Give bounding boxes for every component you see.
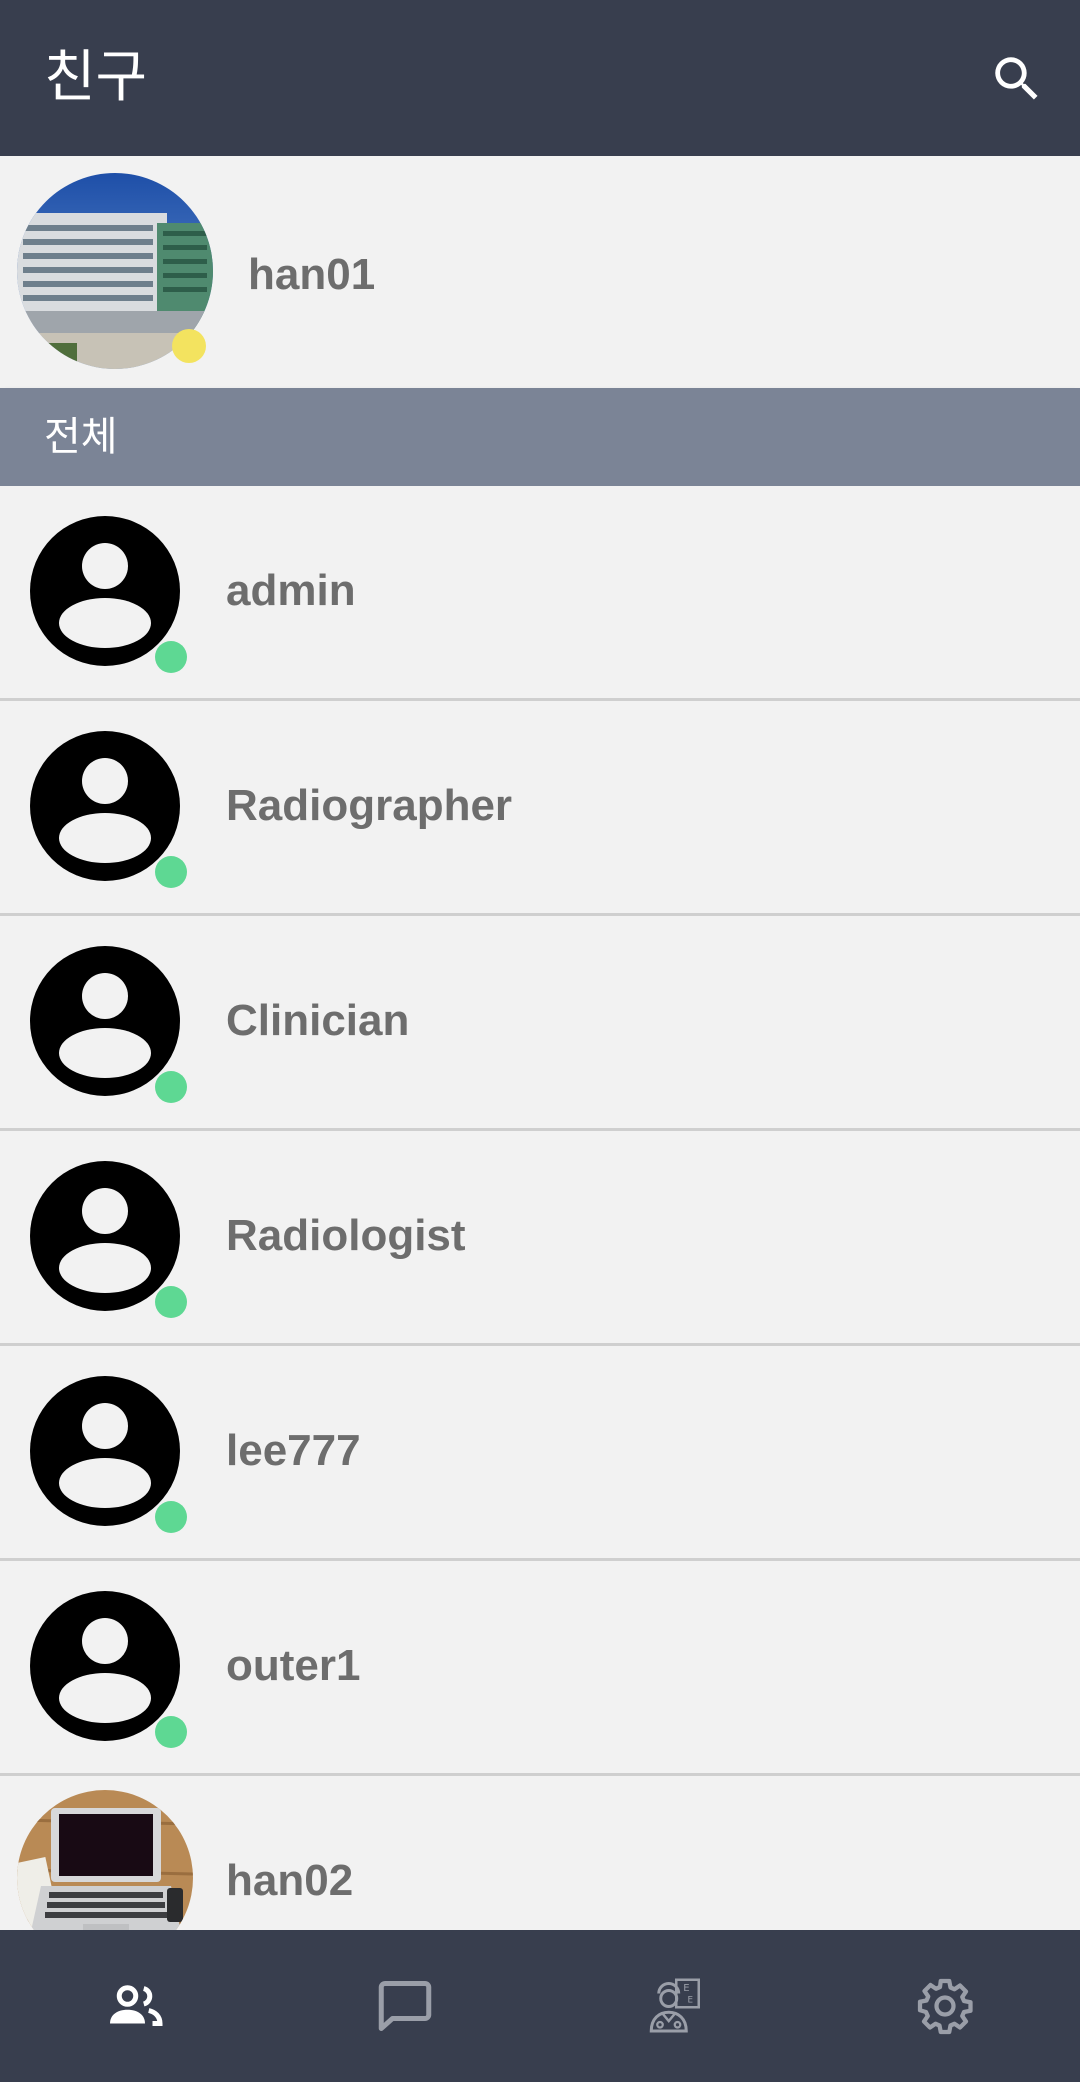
friend-name: Radiologist	[226, 1211, 466, 1260]
nav-friends-tab[interactable]	[0, 1930, 270, 2082]
my-status-dot	[172, 329, 206, 363]
default-avatar-icon	[30, 1161, 180, 1311]
my-profile-row[interactable]: han01	[0, 156, 1080, 388]
friends-screen: 친구 han01 전체 admin Radiographer Clinician…	[0, 0, 1080, 2082]
online-status-dot	[155, 1501, 187, 1533]
friend-row[interactable]: Clinician	[0, 916, 1080, 1131]
default-avatar-icon	[30, 1376, 180, 1526]
friend-row[interactable]: outer1	[0, 1561, 1080, 1776]
online-status-dot	[155, 856, 187, 888]
default-avatar-icon	[30, 946, 180, 1096]
doctor-icon: E E	[649, 1978, 700, 2033]
friend-row[interactable]: lee777	[0, 1346, 1080, 1561]
online-status-dot	[155, 1071, 187, 1103]
online-status-dot	[155, 1716, 187, 1748]
friend-name: lee777	[226, 1426, 361, 1475]
svg-text:E: E	[688, 1995, 694, 2005]
friends-icon	[110, 1985, 163, 2026]
friend-list[interactable]: admin Radiographer Clinician Radiologist…	[0, 486, 1080, 1930]
default-avatar-icon	[30, 731, 180, 881]
page-title: 친구	[44, 45, 148, 110]
friend-name: Radiographer	[226, 781, 513, 830]
default-avatar-icon	[30, 516, 180, 666]
chat-icon	[378, 1981, 432, 2031]
top-app-bar: 친구	[0, 0, 1080, 156]
svg-text:E: E	[683, 1983, 689, 1994]
friend-row[interactable]: Radiographer	[0, 701, 1080, 916]
nav-settings-tab[interactable]	[810, 1930, 1080, 2082]
default-avatar-icon	[30, 1591, 180, 1741]
search-icon[interactable]	[988, 50, 1046, 108]
nav-chat-tab[interactable]	[270, 1930, 540, 2082]
friend-row[interactable]: Radiologist	[0, 1131, 1080, 1346]
friend-name: admin	[226, 566, 356, 615]
section-label: 전체	[44, 414, 118, 460]
friend-name: Clinician	[226, 996, 410, 1045]
nav-doctor-tab[interactable]: E E	[540, 1930, 810, 2082]
online-status-dot	[155, 641, 187, 673]
online-status-dot	[155, 1286, 187, 1318]
friend-name: han02	[226, 1856, 354, 1905]
friend-photo-laptop	[17, 1790, 193, 1930]
settings-icon	[917, 1978, 973, 2035]
friend-name: outer1	[226, 1641, 361, 1690]
my-profile-name: han01	[248, 250, 376, 299]
friend-row[interactable]: han02	[0, 1776, 1080, 1930]
section-header-all: 전체	[0, 388, 1080, 486]
bottom-navigation: E E	[0, 1930, 1080, 2082]
friend-row[interactable]: admin	[0, 486, 1080, 701]
